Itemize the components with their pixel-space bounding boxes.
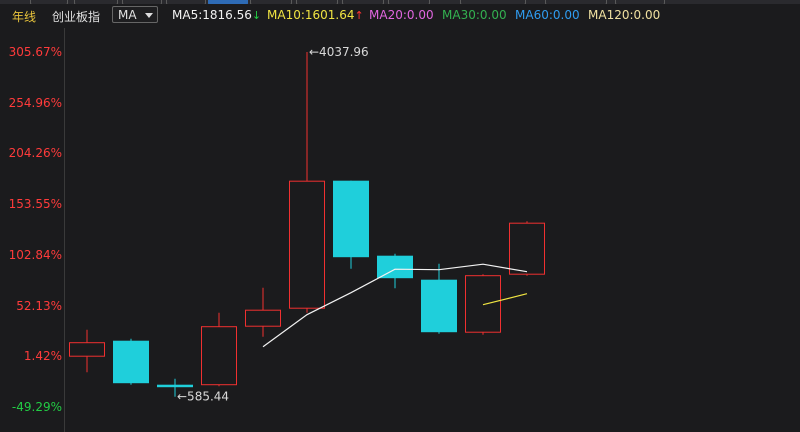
- candle-body-up: [509, 222, 545, 275]
- candle-body-up: [69, 342, 105, 357]
- candle-body-up: [201, 326, 237, 386]
- candle-body-down: [421, 279, 457, 333]
- candle-body-up: [465, 275, 501, 333]
- candlestick-chart[interactable]: ←4037.96 ←585.44: [0, 0, 800, 432]
- candle-body-up: [289, 180, 325, 309]
- candle-body-down: [113, 340, 149, 384]
- min-value-annotation: ←585.44: [177, 390, 229, 404]
- candle-body-down: [377, 255, 413, 279]
- candle-body-up: [245, 309, 281, 327]
- candle-body-down: [157, 384, 193, 388]
- candle-body-down: [333, 180, 369, 258]
- max-value-annotation: ←4037.96: [309, 45, 369, 59]
